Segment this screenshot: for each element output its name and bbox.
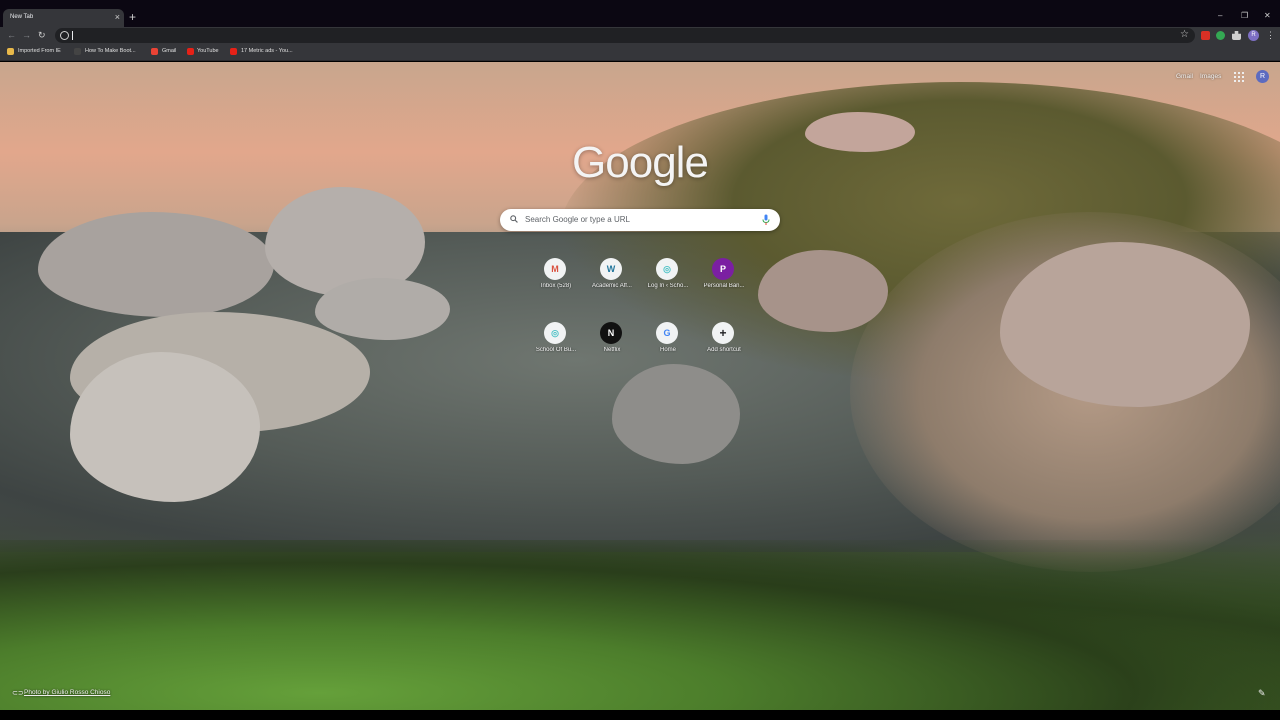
background-rock <box>758 250 888 332</box>
shortcut-label: Inbox (528) <box>540 283 572 289</box>
site-favicon-icon: ◎ <box>544 322 566 344</box>
text-caret <box>72 31 73 40</box>
reload-button[interactable]: ↻ <box>38 30 46 40</box>
bookmark-item[interactable]: YouTube <box>197 48 219 54</box>
gmail-icon: M <box>544 258 566 280</box>
shortcut-label: School Of Bu... <box>535 347 577 353</box>
shortcut-glyph: W <box>606 264 616 274</box>
shortcut-label: Home <box>659 347 676 353</box>
profile-avatar[interactable]: R <box>1248 30 1259 41</box>
tab-title: New Tab <box>10 14 34 20</box>
background-rock <box>315 278 450 340</box>
gmail-favicon <box>151 48 158 55</box>
shortcut-glyph: N <box>607 328 615 338</box>
netflix-icon: N <box>600 322 622 344</box>
tab-new-tab[interactable]: New Tab × <box>3 9 124 27</box>
wordpress-icon: W <box>600 258 622 280</box>
bookmark-star-icon[interactable]: ☆ <box>1180 29 1189 41</box>
folder-icon <box>7 48 14 55</box>
browser-window: New Tab × + – ❐ ✕ ← → ↻ ☆ R ⋮ Imported F… <box>0 0 1280 720</box>
toolbar: ← → ↻ ☆ R ⋮ <box>0 27 1280 44</box>
background-rock <box>805 112 915 152</box>
extensions-puzzle-icon[interactable] <box>1232 31 1241 40</box>
search-box[interactable]: Search Google or type a URL <box>500 209 780 231</box>
gmail-link[interactable]: Gmail <box>1176 73 1193 80</box>
bookmark-item[interactable]: Gmail <box>162 48 176 54</box>
photo-credit-link[interactable]: ⊂⊃ Photo by Giulio Rosso Chioso <box>12 689 111 697</box>
shortcut-tile[interactable]: P Personal Ban... <box>696 258 752 302</box>
google-apps-icon[interactable] <box>1234 72 1244 82</box>
bookmark-item[interactable]: How To Make Boot... <box>85 48 136 54</box>
background-rock <box>70 352 260 502</box>
shortcut-glyph: P <box>719 264 726 274</box>
youtube-favicon <box>230 48 237 55</box>
new-tab-page: Gmail Images R Google Search Google or t… <box>0 62 1280 710</box>
site-favicon-icon: ◎ <box>656 258 678 280</box>
shortcut-tile[interactable]: N Netflix <box>584 322 640 366</box>
google-icon: G <box>656 322 678 344</box>
background-rock <box>1000 242 1250 407</box>
customize-pencil-icon[interactable]: ✎ <box>1258 688 1266 699</box>
shortcut-tile[interactable]: ◎ School Of Bu... <box>528 322 584 366</box>
tab-strip: New Tab × + – ❐ ✕ <box>0 0 1280 27</box>
search-placeholder: Search Google or type a URL <box>525 215 630 224</box>
microphone-icon[interactable] <box>762 214 770 226</box>
youtube-favicon <box>187 48 194 55</box>
add-shortcut-button[interactable]: + Add shortcut <box>696 322 752 366</box>
forward-button[interactable]: → <box>22 30 31 40</box>
extension-icon[interactable] <box>1201 31 1210 40</box>
shortcut-label: Personal Ban... <box>703 283 745 289</box>
link-icon: ⊂⊃ <box>12 690 24 697</box>
search-icon <box>510 215 518 223</box>
extension-icon[interactable] <box>1216 31 1225 40</box>
shortcut-glyph: ◎ <box>551 328 559 338</box>
shortcut-glyph: ◎ <box>663 264 671 274</box>
shortcut-label: Academic Aff... <box>592 283 632 289</box>
shortcut-label: Netflix <box>603 347 621 353</box>
site-info-icon[interactable] <box>60 31 69 40</box>
tab-close-icon[interactable]: × <box>115 12 120 22</box>
shortcut-glyph: M <box>551 264 559 274</box>
close-window-button[interactable]: ✕ <box>1264 11 1271 21</box>
bookmark-item[interactable]: Imported From IE <box>18 48 61 54</box>
account-avatar[interactable]: R <box>1256 70 1269 83</box>
browser-menu-icon[interactable]: ⋮ <box>1266 29 1275 41</box>
back-button[interactable]: ← <box>7 30 16 40</box>
shortcut-label: Log In ‹ Scho... <box>647 283 689 289</box>
shortcut-tile[interactable]: G Home <box>640 322 696 366</box>
plus-icon: + <box>712 322 734 344</box>
shortcut-glyph: G <box>663 328 671 338</box>
photo-credit-text: Photo by Giulio Rosso Chioso <box>24 689 111 696</box>
maximize-button[interactable]: ❐ <box>1241 11 1248 21</box>
background-rock <box>612 364 740 464</box>
shortcut-glyph: + <box>719 326 727 340</box>
shortcut-tile[interactable]: M Inbox (528) <box>528 258 584 302</box>
shortcut-tile[interactable]: ◎ Log In ‹ Scho... <box>640 258 696 302</box>
bank-icon: P <box>712 258 734 280</box>
bookmark-favicon <box>74 48 81 55</box>
bookmarks-bar: Imported From IE How To Make Boot... Gma… <box>0 44 1280 61</box>
new-tab-button[interactable]: + <box>129 11 136 23</box>
shortcut-label: Add shortcut <box>707 347 741 353</box>
minimize-button[interactable]: – <box>1218 11 1222 21</box>
bookmark-item[interactable]: 17 Metric ads - You... <box>241 48 293 54</box>
google-logo: Google <box>572 138 709 187</box>
shortcut-tile[interactable]: W Academic Aff... <box>584 258 640 302</box>
background-rock <box>38 212 274 317</box>
address-bar[interactable]: ☆ <box>55 28 1195 43</box>
images-link[interactable]: Images <box>1200 73 1221 80</box>
background-grass <box>0 540 1280 710</box>
